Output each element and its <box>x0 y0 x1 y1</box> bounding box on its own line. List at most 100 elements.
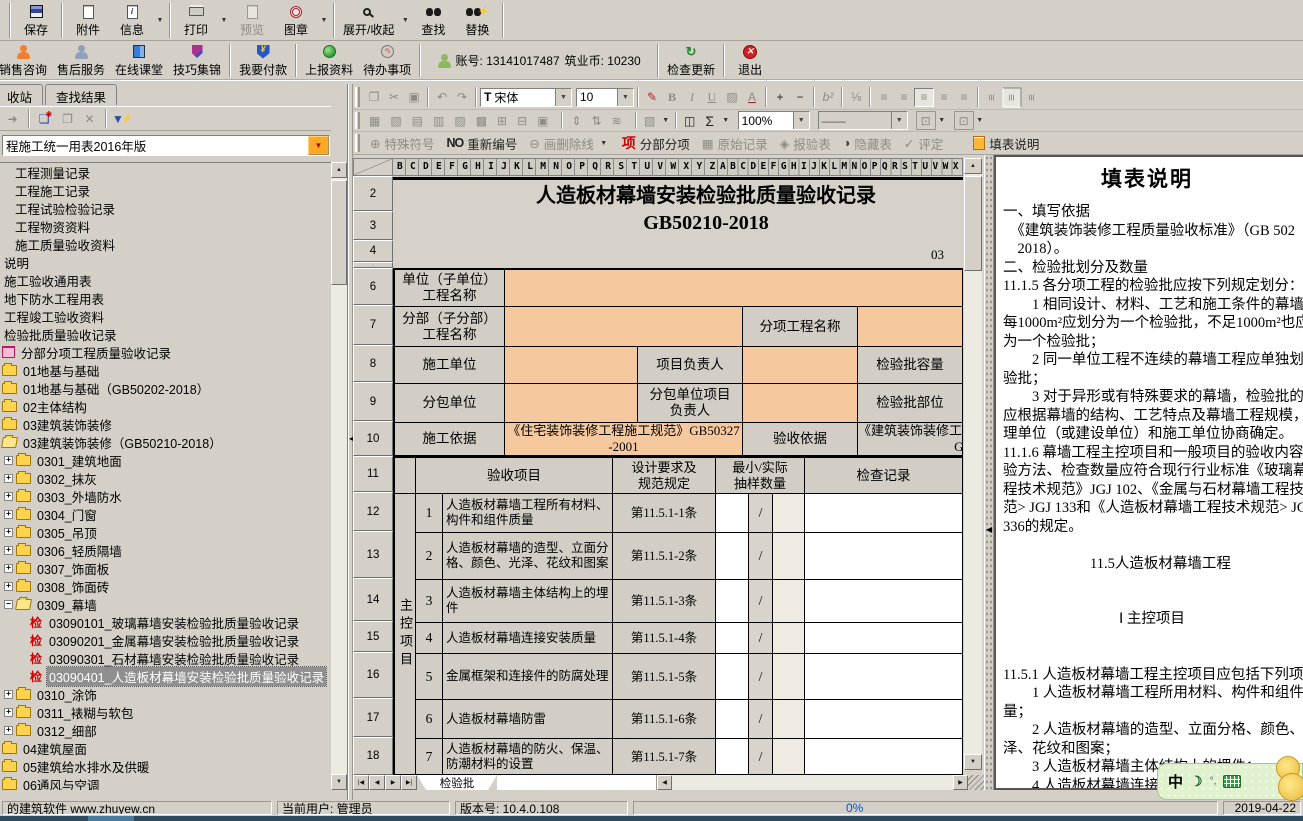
tree-item[interactable]: 工程测量记录 <box>0 163 331 181</box>
tree-leaf-record[interactable]: 检03090201_金属幕墙安装检验批质量验收记录 <box>0 631 331 649</box>
vertical-text-center-icon[interactable]: ≡ <box>1003 87 1022 107</box>
attachment-button[interactable]: 附件 <box>66 1 110 40</box>
tab-recycle[interactable]: 收站 <box>0 84 43 105</box>
tree-folder[interactable]: +0301_建筑地面 <box>0 451 331 469</box>
tree-item[interactable]: 工程竣工验收资料 <box>0 307 331 325</box>
print-button[interactable]: 打印 <box>174 1 218 40</box>
expand-icon[interactable]: + <box>4 564 13 573</box>
ime-fullhalf-icon[interactable]: ☽ <box>1190 773 1203 790</box>
prev-sheet-button[interactable]: ◀ <box>369 775 385 790</box>
filter-icon[interactable]: ▼⚡ <box>113 110 132 128</box>
toolbar-handle[interactable] <box>355 87 360 106</box>
check-record-cell[interactable] <box>805 533 963 580</box>
tree-folder[interactable]: +0308_饰面砖 <box>0 577 331 595</box>
decrease-icon[interactable]: − <box>790 88 810 107</box>
paste-icon[interactable]: ▣ <box>404 88 424 107</box>
report-data-button[interactable]: 上报资料 <box>300 42 358 79</box>
min-sampling-cell[interactable] <box>716 654 749 700</box>
tree-folder-open[interactable]: 03建筑装饰装修（GB50210-2018） <box>0 433 331 451</box>
row-header[interactable]: 7 <box>353 305 393 345</box>
first-sheet-button[interactable]: |◀ <box>353 775 369 790</box>
unit-project-field[interactable] <box>505 270 963 307</box>
tree-folder[interactable]: +0307_饰面板 <box>0 559 331 577</box>
column-letters[interactable]: BCDEFGHIJKLMNOPQRSTUVWXYZ <box>393 158 718 176</box>
record-number[interactable]: 03 <box>931 247 961 263</box>
row-header[interactable]: 4 <box>353 240 393 262</box>
fraction-icon[interactable]: ⅛ <box>846 88 866 107</box>
tree-item[interactable]: 分部分项工程质量验收记录 <box>0 343 331 361</box>
actual-sampling-cell[interactable] <box>773 700 805 739</box>
scrollbar-thumb[interactable] <box>331 180 347 285</box>
size-dropdown-arrow[interactable]: ▼ <box>617 89 633 106</box>
zoom-dropdown-arrow[interactable]: ▼ <box>793 112 809 129</box>
subitem-name-field[interactable] <box>858 307 963 347</box>
tree-folder[interactable]: +0310_涂饰 <box>0 685 331 703</box>
actual-sampling-cell[interactable] <box>773 580 805 623</box>
min-sampling-cell[interactable] <box>716 494 749 533</box>
sum-icon[interactable]: Σ <box>700 111 720 130</box>
align-right-icon[interactable]: ≡ <box>934 88 954 107</box>
after-sales-button[interactable]: 售后服务 <box>52 42 110 79</box>
line-style-select[interactable]: —— ▼ <box>818 111 908 130</box>
row-header[interactable]: 6 <box>353 268 393 305</box>
template-select-arrow[interactable]: ▼ <box>308 136 329 155</box>
todo-button[interactable]: ✎ 待办事项 <box>358 42 416 79</box>
check-record-cell[interactable] <box>805 700 963 739</box>
tree-folder[interactable]: 01地基与基础 <box>0 361 331 379</box>
expand-icon[interactable]: + <box>4 528 13 537</box>
sum-dropdown-arrow[interactable]: ▼ <box>720 117 732 124</box>
tree-folder[interactable]: +0306_轻质隔墙 <box>0 541 331 559</box>
table-operations-icons[interactable]: ▦▧▤▥▨▩⊞⊟▣ <box>364 114 558 128</box>
image-dropdown-arrow[interactable]: ▼ <box>660 117 672 124</box>
tree-folder[interactable]: +0311_裱糊与软包 <box>0 703 331 721</box>
superscript-icon[interactable]: b² <box>818 88 838 107</box>
resize-grip[interactable] <box>968 775 984 790</box>
actual-sampling-cell[interactable] <box>773 533 805 580</box>
sampling-slash[interactable]: / <box>749 533 773 580</box>
expand-icon[interactable]: + <box>4 510 13 519</box>
insert-image-icon[interactable]: ▧ <box>640 111 660 130</box>
tree-folder[interactable]: 01地基与基础（GB50202-2018） <box>0 379 331 397</box>
align-distribute-icon[interactable]: ≡ <box>954 88 974 107</box>
min-sampling-cell[interactable] <box>716 700 749 739</box>
font-dropdown-arrow[interactable]: ▼ <box>555 89 571 106</box>
font-size-select[interactable]: 10 ▼ <box>576 88 634 107</box>
increase-icon[interactable]: + <box>770 88 790 107</box>
info-button[interactable]: i 信息 <box>110 1 154 40</box>
sheet-tab-inspection-batch[interactable]: 检验批 <box>417 775 497 790</box>
line-dropdown-arrow[interactable]: ▼ <box>891 112 907 129</box>
tree-item[interactable]: 说明 <box>0 253 331 271</box>
min-sampling-cell[interactable] <box>716 533 749 580</box>
row-header[interactable]: 12 <box>353 492 393 531</box>
expand-icon[interactable]: + <box>4 582 13 591</box>
scroll-up-button[interactable]: ▲ <box>331 162 347 178</box>
new-form-icon[interactable]: ❏✱ <box>36 110 55 128</box>
tips-button[interactable]: 技巧集锦 <box>168 42 226 79</box>
tree-folder-open[interactable]: −0309_幕墙 <box>0 595 331 613</box>
expand-icon[interactable]: + <box>4 690 13 699</box>
collapse-panel-arrow[interactable]: ◀ <box>986 525 992 534</box>
tree-folder[interactable]: +0305_吊顶 <box>0 523 331 541</box>
select-all-corner[interactable] <box>353 158 393 176</box>
sub-item-button[interactable]: 项 分部分项 <box>616 133 696 153</box>
min-sampling-cell[interactable] <box>716 623 749 654</box>
border-outer-dropdown[interactable]: ▼ <box>936 117 948 124</box>
project-manager-field[interactable] <box>743 347 858 384</box>
toolbar-handle[interactable] <box>355 112 360 129</box>
border-inner-icon[interactable]: ⊡ <box>954 111 974 130</box>
align-justify-icon[interactable]: ≡ <box>874 88 894 107</box>
scrollbar-thumb[interactable] <box>964 176 982 271</box>
tree-leaf-record-selected[interactable]: 检03090401_人造板材幕墙安装检验批质量验收记录 <box>0 667 331 685</box>
row-header[interactable]: 17 <box>353 698 393 737</box>
vertical-text-right-icon[interactable]: ≡ <box>1023 87 1042 107</box>
expand-icon[interactable]: + <box>4 474 13 483</box>
check-record-cell[interactable] <box>805 494 963 533</box>
tree-leaf-record[interactable]: 检03090301_石材幕墙安装检验批质量验收记录 <box>0 649 331 667</box>
tree-folder[interactable]: 05建筑给水排水及供暖 <box>0 757 331 775</box>
collapse-icon[interactable]: − <box>4 600 13 609</box>
tree-folder[interactable]: 06通风与空调 <box>0 775 331 790</box>
last-sheet-button[interactable]: ▶| <box>401 775 417 790</box>
row-header[interactable]: 3 <box>353 211 393 240</box>
undo-icon[interactable]: ↶ <box>432 88 452 107</box>
font-name-select[interactable]: T 宋体 ▼ <box>480 88 572 107</box>
